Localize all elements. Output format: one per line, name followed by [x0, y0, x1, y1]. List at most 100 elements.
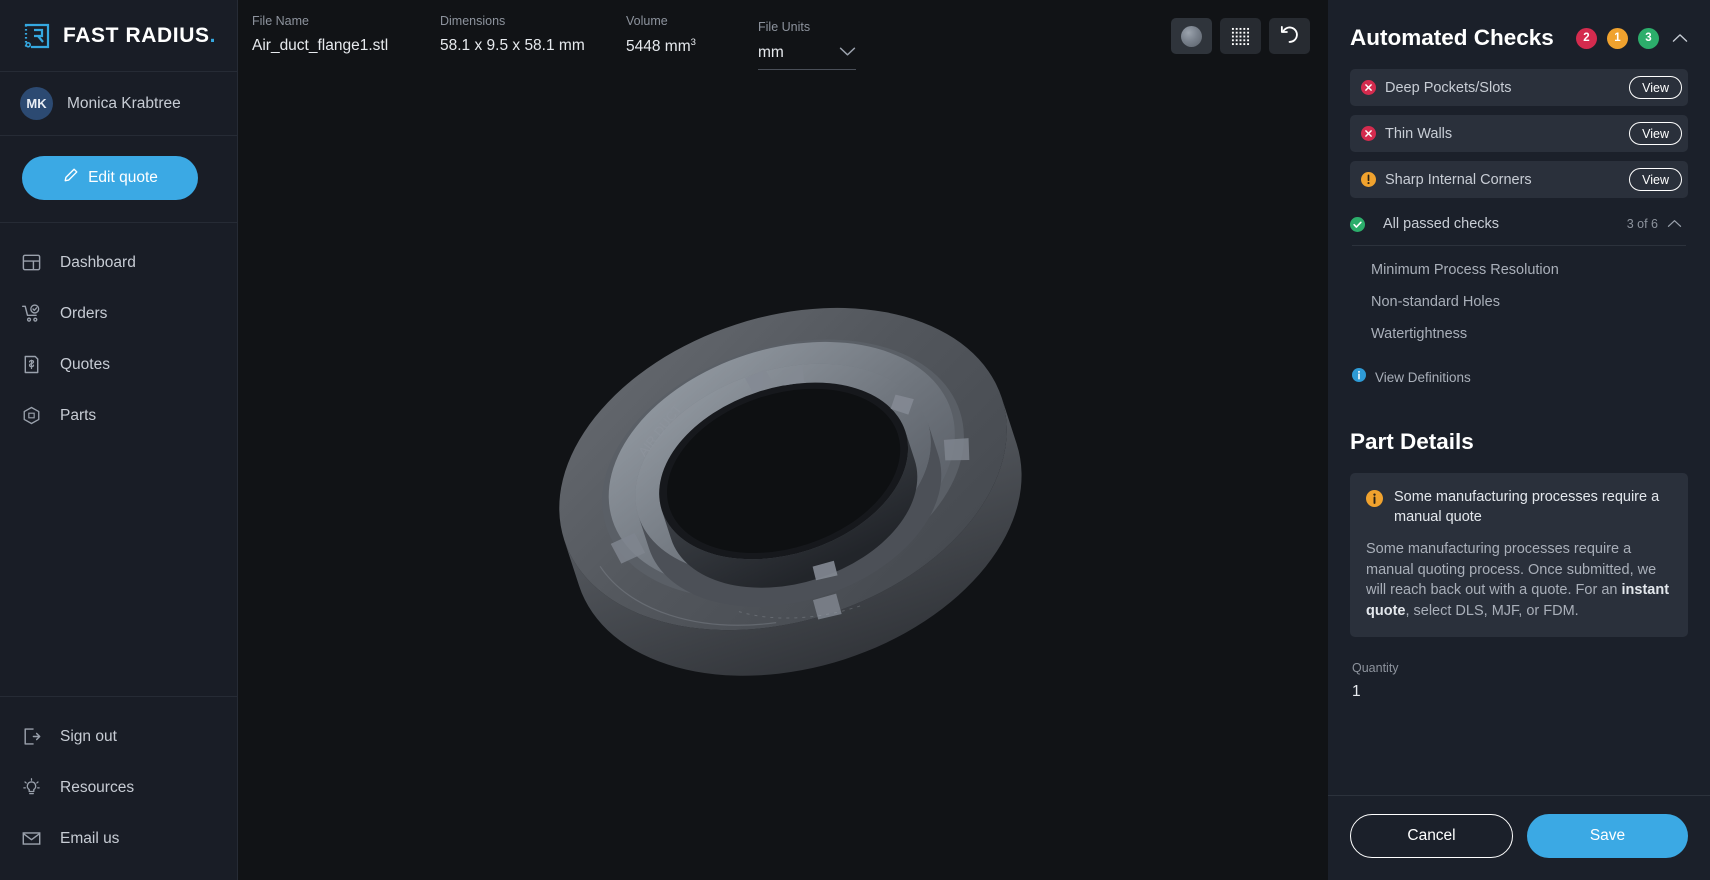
air-duct-flange-3d-model[interactable]: AIR DUCT — [483, 219, 1083, 739]
dashboard-icon — [21, 252, 42, 273]
details-panel: Automated Checks 2 1 3 Deep Pockets/Slot… — [1328, 0, 1710, 880]
warning-circle-icon — [1361, 172, 1376, 187]
collapse-checks-button[interactable] — [1672, 33, 1688, 43]
check-label: Deep Pockets/Slots — [1385, 79, 1512, 96]
sidebar-item-email-us[interactable]: Email us — [0, 813, 237, 864]
volume-label: Volume — [626, 14, 668, 28]
cube-icon — [21, 405, 42, 426]
status-badge-warnings: 1 — [1607, 27, 1628, 49]
passed-check-item: Non-standard Holes — [1371, 294, 1500, 310]
passed-count: 3 of 6 — [1626, 217, 1658, 231]
envelope-icon — [21, 828, 42, 849]
sidebar-item-label: Dashboard — [60, 253, 136, 271]
sign-out-icon — [21, 726, 42, 747]
file-info-bar: File Name Air_duct_flange1.stl Dimension… — [238, 0, 1328, 78]
cancel-button[interactable]: Cancel — [1350, 814, 1513, 858]
edit-quote-button[interactable]: Edit quote — [22, 156, 198, 200]
lightbulb-icon — [21, 777, 42, 798]
sidebar-item-label: Resources — [60, 778, 135, 796]
sidebar-item-resources[interactable]: Resources — [0, 762, 237, 813]
user-profile[interactable]: MK Monica Krabtree — [0, 72, 237, 136]
chevron-up-icon — [1667, 215, 1682, 233]
info-circle-icon — [1352, 368, 1366, 387]
info-circle-warning-icon — [1366, 490, 1383, 512]
quantity-label: Quantity — [1352, 661, 1399, 676]
sidebar-item-parts[interactable]: Parts — [0, 390, 237, 441]
view-check-button[interactable]: View — [1629, 76, 1682, 99]
view-definitions-label: View Definitions — [1375, 370, 1471, 385]
volume-superscript: 3 — [690, 37, 696, 48]
dimensions-field: Dimensions 58.1 x 9.5 x 58.1 mm — [440, 14, 626, 55]
brand-name: FAST RADIUS. — [63, 23, 217, 47]
dot-grid-icon — [1231, 26, 1250, 46]
check-label: Thin Walls — [1385, 125, 1453, 142]
automated-checks-header: Automated Checks 2 1 3 — [1350, 0, 1688, 69]
model-stage[interactable]: AIR DUCT — [238, 78, 1328, 880]
fast-radius-logo-icon — [22, 21, 52, 51]
sidebar-item-label: Orders — [60, 304, 108, 322]
status-badge-passed: 3 — [1638, 27, 1659, 49]
passed-check-item: Watertightness — [1371, 326, 1468, 342]
sidebar-item-label: Parts — [60, 406, 97, 424]
view-check-button[interactable]: View — [1629, 168, 1682, 191]
avatar: MK — [20, 87, 53, 120]
file-units-label: File Units — [758, 20, 811, 34]
error-circle-icon — [1361, 126, 1376, 141]
check-circle-icon — [1350, 216, 1365, 232]
reset-view-button[interactable] — [1269, 18, 1310, 54]
shaded-view-button[interactable] — [1171, 18, 1212, 54]
cart-check-icon — [21, 303, 42, 324]
brand-logo[interactable]: FAST RADIUS. — [0, 0, 237, 72]
volume-value: 5448 mm3 — [626, 37, 696, 56]
edit-quote-container: Edit quote — [0, 136, 237, 223]
view-check-button[interactable]: View — [1629, 122, 1682, 145]
sidebar-item-dashboard[interactable]: Dashboard — [0, 237, 237, 288]
save-button[interactable]: Save — [1527, 814, 1688, 858]
all-passed-checks-label: All passed checks — [1383, 216, 1500, 232]
file-units-value: mm — [758, 44, 784, 61]
notice-header: Some manufacturing processes require a m… — [1366, 488, 1672, 527]
notice-body-before: Some manufacturing processes require a m… — [1366, 541, 1657, 599]
sidebar-item-sign-out[interactable]: Sign out — [0, 711, 237, 762]
file-units-select[interactable]: mm — [758, 44, 856, 70]
edit-quote-label: Edit quote — [88, 169, 158, 186]
sidebar-item-quotes[interactable]: Quotes — [0, 339, 237, 390]
file-name-label: File Name — [252, 14, 309, 28]
panel-content: Automated Checks 2 1 3 Deep Pockets/Slot… — [1328, 0, 1710, 795]
notice-body: Some manufacturing processes require a m… — [1366, 527, 1672, 621]
grid-view-button[interactable] — [1220, 18, 1261, 54]
dimensions-value: 58.1 x 9.5 x 58.1 mm — [440, 37, 585, 54]
part-details-title: Part Details — [1350, 429, 1474, 454]
status-badge-errors: 2 — [1576, 27, 1597, 49]
file-name-field: File Name Air_duct_flange1.stl — [252, 14, 440, 55]
app-root: FAST RADIUS. MK Monica Krabtree Edit quo… — [0, 0, 1710, 880]
primary-nav: Dashboard Orders Quotes Parts — [0, 223, 237, 696]
sidebar: FAST RADIUS. MK Monica Krabtree Edit quo… — [0, 0, 238, 880]
quantity-input[interactable]: 1 — [1350, 683, 1688, 701]
viewer-toolbar — [1171, 18, 1310, 54]
passed-divider — [1352, 245, 1686, 246]
sidebar-item-label: Email us — [60, 829, 120, 847]
sidebar-item-label: Quotes — [60, 355, 110, 373]
manual-quote-notice: Some manufacturing processes require a m… — [1350, 473, 1688, 638]
secondary-nav: Sign out Resources Email us — [0, 696, 237, 880]
rotate-ccw-icon — [1279, 24, 1300, 48]
all-passed-checks-toggle[interactable]: All passed checks 3 of 6 — [1350, 207, 1688, 245]
pencil-icon — [62, 167, 79, 189]
check-row-thin-walls[interactable]: Thin Walls View — [1350, 115, 1688, 152]
check-row-deep-pockets[interactable]: Deep Pockets/Slots View — [1350, 69, 1688, 106]
brand-dot: . — [209, 23, 217, 47]
view-definitions-link[interactable]: View Definitions — [1350, 350, 1688, 387]
check-label: Sharp Internal Corners — [1385, 171, 1532, 188]
error-circle-icon — [1361, 80, 1376, 95]
dimensions-label: Dimensions — [440, 14, 506, 28]
check-row-sharp-internal-corners[interactable]: Sharp Internal Corners View — [1350, 161, 1688, 198]
notice-title: Some manufacturing processes require a m… — [1394, 489, 1660, 525]
model-viewer[interactable]: File Name Air_duct_flange1.stl Dimension… — [238, 0, 1328, 880]
volume-field: Volume 5448 mm3 — [626, 14, 756, 56]
panel-footer: Cancel Save — [1328, 795, 1710, 880]
chevron-up-icon — [1672, 34, 1688, 42]
sphere-icon — [1181, 25, 1202, 47]
file-units-field: File Units mm — [758, 14, 856, 70]
sidebar-item-orders[interactable]: Orders — [0, 288, 237, 339]
